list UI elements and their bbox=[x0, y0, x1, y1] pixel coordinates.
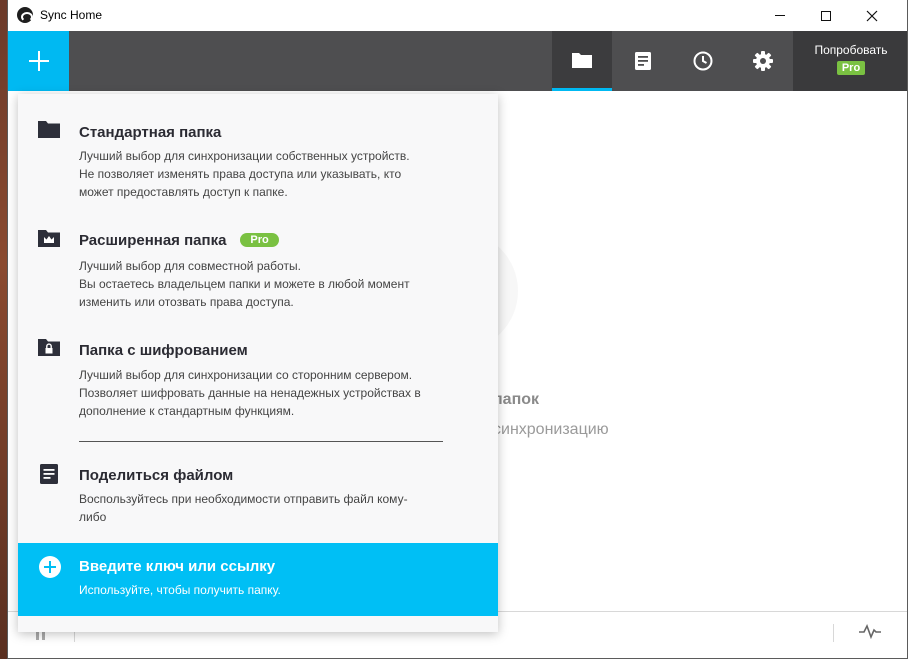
main-toolbar: Попробовать Pro bbox=[8, 31, 907, 91]
menu-item-title: Поделиться файлом bbox=[79, 467, 234, 484]
folder-icon bbox=[38, 121, 60, 138]
gear-icon bbox=[753, 51, 773, 71]
document-icon bbox=[635, 52, 651, 70]
add-menu-dropdown: Стандартная папка Лучший выбор для синхр… bbox=[18, 94, 498, 632]
crown-folder-icon bbox=[38, 230, 60, 247]
menu-item-title: Папка с шифрованием bbox=[79, 342, 248, 359]
pro-badge: Pro bbox=[240, 233, 279, 247]
tab-history[interactable] bbox=[673, 31, 733, 91]
menu-item-title: Стандартная папка bbox=[79, 124, 222, 141]
tab-settings[interactable] bbox=[733, 31, 793, 91]
folder-icon bbox=[572, 52, 592, 68]
menu-item-standard-folder[interactable]: Стандартная папка Лучший выбор для синхр… bbox=[18, 94, 498, 204]
title-bar: Sync Home bbox=[8, 0, 907, 31]
pro-badge: Pro bbox=[836, 61, 866, 75]
empty-state-subtitle: синхронизацию bbox=[493, 421, 609, 438]
sync-logo-icon bbox=[17, 7, 33, 23]
menu-item-advanced-folder[interactable]: Расширенная папка Pro Лучший выбор для со… bbox=[18, 204, 498, 314]
menu-item-description: Используйте, чтобы получить папку. bbox=[79, 583, 281, 597]
close-icon bbox=[866, 10, 878, 21]
tab-folders[interactable] bbox=[552, 31, 612, 91]
file-icon bbox=[40, 464, 58, 484]
try-pro-label: Попробовать bbox=[814, 43, 888, 57]
activity-icon[interactable] bbox=[859, 623, 881, 639]
empty-state-title: папок bbox=[493, 391, 540, 408]
menu-item-encrypted-folder[interactable]: Папка с шифрованием Лучший выбор для син… bbox=[18, 314, 498, 424]
tab-documents[interactable] bbox=[613, 31, 673, 91]
add-button[interactable] bbox=[8, 31, 69, 91]
window-title: Sync Home bbox=[40, 8, 103, 22]
menu-item-share-file[interactable]: Поделиться файлом Воспользуйтесь при нео… bbox=[18, 444, 498, 539]
menu-item-enter-key[interactable]: Введите ключ или ссылку Используйте, что… bbox=[18, 543, 498, 616]
menu-divider bbox=[79, 441, 443, 442]
status-divider bbox=[833, 624, 834, 642]
close-button[interactable] bbox=[849, 0, 895, 31]
minimize-icon bbox=[775, 15, 785, 16]
menu-item-description: Лучший выбор для синхронизации со сторон… bbox=[79, 368, 421, 418]
maximize-icon bbox=[821, 10, 831, 21]
plus-icon bbox=[28, 51, 49, 71]
menu-item-title: Введите ключ или ссылку bbox=[79, 558, 276, 575]
menu-item-title: Расширенная папка Pro bbox=[79, 232, 279, 249]
try-pro-button[interactable]: Попробовать Pro bbox=[793, 31, 907, 91]
lock-folder-icon bbox=[38, 339, 60, 356]
menu-item-description: Лучший выбор для синхронизации собственн… bbox=[79, 149, 410, 199]
maximize-button[interactable] bbox=[803, 0, 849, 31]
plus-circle-icon bbox=[39, 556, 61, 578]
minimize-button[interactable] bbox=[757, 0, 803, 31]
clock-icon bbox=[693, 51, 713, 71]
menu-item-description: Лучший выбор для совместной работы. Вы о… bbox=[79, 259, 410, 309]
menu-item-description: Воспользуйтесь при необходимости отправи… bbox=[79, 492, 408, 524]
